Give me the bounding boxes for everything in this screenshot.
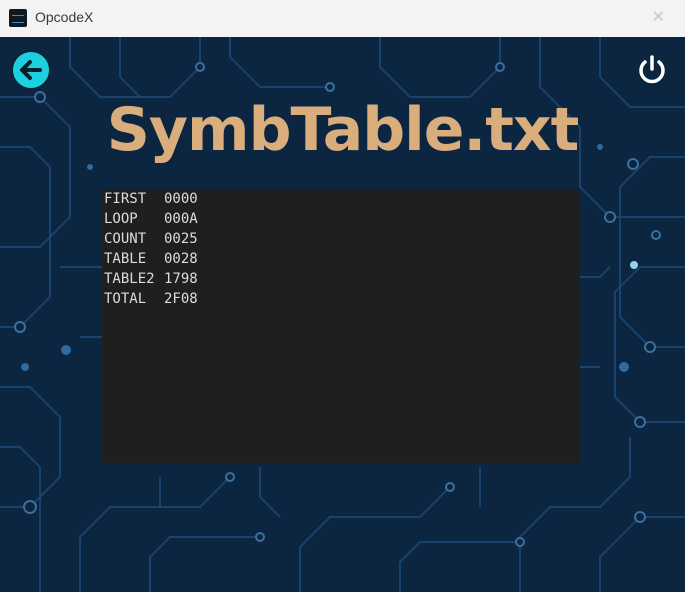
- symbol-name: LOOP: [104, 211, 138, 227]
- symbol-row: COUNT 0025: [102, 229, 580, 249]
- app-window: OpcodeX ✕ SymbTable.txt FIRST 0000 LOOP …: [0, 0, 685, 592]
- symbol-row: LOOP 000A: [102, 209, 580, 229]
- symbol-address: 0025: [164, 231, 198, 247]
- title-bar: OpcodeX ✕: [0, 0, 685, 38]
- symbol-name: TOTAL: [104, 291, 147, 307]
- symbol-address: 000A: [164, 211, 198, 227]
- power-button[interactable]: [634, 52, 670, 88]
- symbol-address: 1798: [164, 271, 198, 287]
- symbol-row: TOTAL 2F08: [102, 289, 580, 309]
- symbol-name: COUNT: [104, 231, 147, 247]
- symbol-table-view: FIRST 0000 LOOP 000A COUNT 0025 TABLE 0028 T…: [102, 189, 580, 463]
- arrow-left-icon: [20, 60, 42, 80]
- symbol-row: FIRST 0000: [102, 189, 580, 209]
- main-content: SymbTable.txt FIRST 0000 LOOP 000A COUNT 00…: [0, 37, 685, 592]
- symbol-address: 0000: [164, 191, 198, 207]
- back-button[interactable]: [11, 50, 51, 90]
- symbol-name: FIRST: [104, 191, 147, 207]
- symbol-address: 2F08: [164, 291, 198, 307]
- close-icon[interactable]: ✕: [652, 7, 665, 26]
- symbol-name: TABLE: [104, 251, 147, 267]
- opcodex-app-icon: [9, 9, 27, 27]
- page-title: SymbTable.txt: [106, 95, 580, 165]
- symbol-address: 0028: [164, 251, 198, 267]
- symbol-name: TABLE2: [104, 271, 155, 287]
- window-title: OpcodeX: [35, 9, 94, 25]
- symbol-row: TABLE 0028: [102, 249, 580, 269]
- symbol-row: TABLE2 1798: [102, 269, 580, 289]
- power-icon: [639, 55, 665, 84]
